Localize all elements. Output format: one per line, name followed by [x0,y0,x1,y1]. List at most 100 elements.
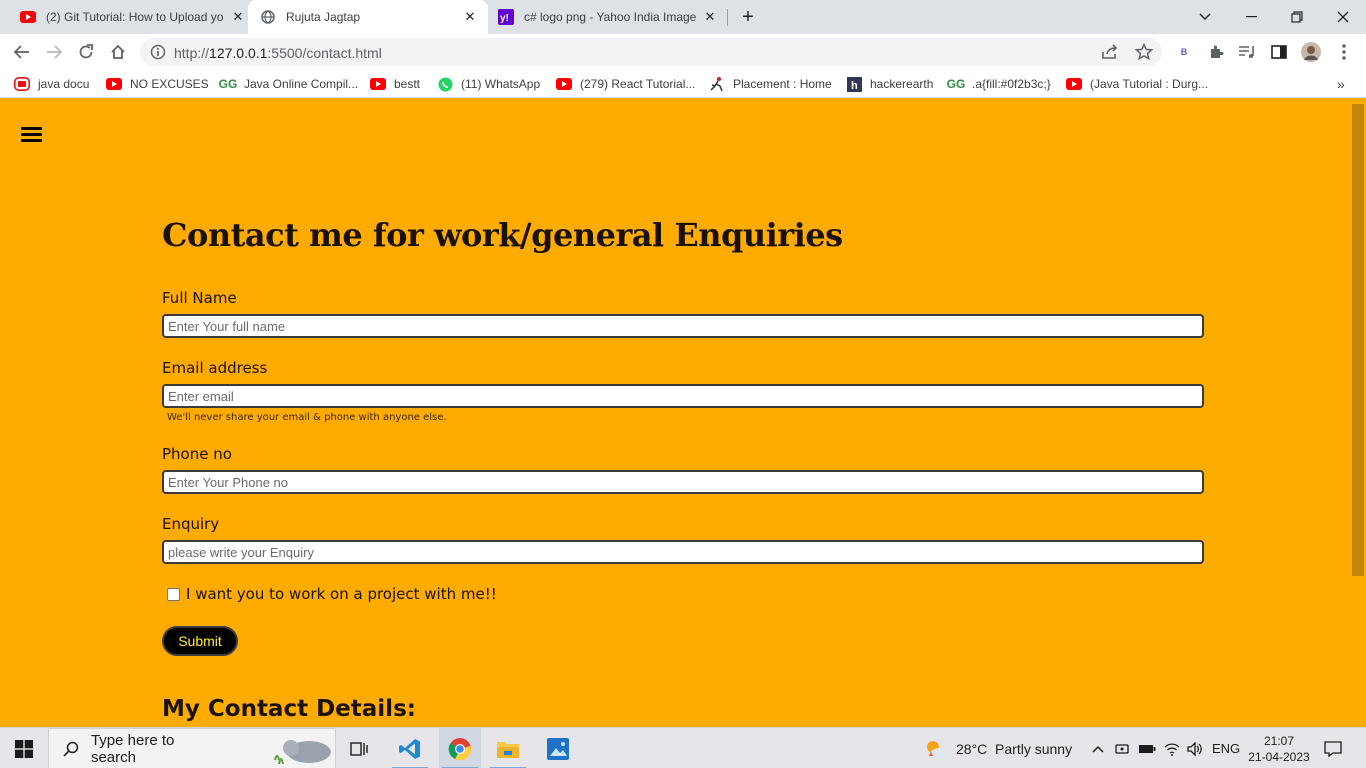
bookmark-java-docu[interactable]: java docu [14,76,89,92]
bookmark-label: java docu [38,77,90,91]
windows-taskbar: Type here to search 28°C Partly sunny EN… [0,727,1366,768]
close-icon [1337,11,1349,23]
home-button[interactable] [104,38,132,66]
youtube-icon [370,76,386,92]
hamburger-menu-icon[interactable] [21,127,42,143]
media-queue-icon[interactable] [1237,42,1257,62]
profile-avatar[interactable] [1301,42,1321,62]
home-icon [111,44,125,59]
contact-details-heading: My Contact Details: [162,696,416,722]
tablet-mode-icon[interactable] [1114,728,1130,768]
tab-rujuta-jagtap[interactable]: Rujuta Jagtap ✕ [248,0,488,34]
bookmarks-overflow-icon[interactable]: » [1337,76,1345,92]
restore-button[interactable] [1274,0,1320,34]
bookmark-fill-style[interactable]: GG .a{fill:#0f2b3c;} [946,76,1051,92]
vscode-icon [399,738,420,759]
file-explorer-taskbar-button[interactable] [490,728,526,768]
reload-button[interactable] [72,38,100,66]
minimize-button[interactable] [1228,0,1274,34]
tab-yahoo-images[interactable]: y! c# logo png - Yahoo India Image ✕ [490,0,726,34]
notifications-icon[interactable] [1322,728,1344,768]
share-icon[interactable] [1100,42,1120,62]
close-window-button[interactable] [1320,0,1366,34]
bookmark-hackerearth[interactable]: h hackerearth [846,76,933,92]
url-prefix: http:// [174,45,210,61]
close-tab-icon[interactable]: ✕ [702,9,718,25]
bookmark-label: hackerearth [870,77,934,91]
task-view-button[interactable] [342,728,378,768]
tab-search-button[interactable] [1182,0,1228,34]
weather-widget[interactable]: 28°C Partly sunny [924,728,1072,768]
enquiry-input[interactable] [162,540,1204,564]
java-docu-icon [14,76,30,92]
chrome-taskbar-button[interactable] [439,728,481,768]
manatee-illustration-icon [274,739,332,764]
yahoo-icon: y! [498,9,514,25]
clock-date: 21-04-2023 [1248,749,1310,764]
close-tab-icon[interactable]: ✕ [462,9,478,25]
chrome-menu-icon[interactable] [1334,42,1354,62]
arrow-right-icon [47,45,62,59]
tab-separator [727,9,728,26]
page-scrollbar-thumb[interactable] [1352,104,1364,576]
bookmark-bestt[interactable]: bestt [370,76,420,92]
email-label: Email address [162,359,268,377]
language-indicator[interactable]: ENG [1212,728,1240,768]
submit-button[interactable]: Submit [162,626,238,656]
volume-icon[interactable] [1186,728,1204,768]
url-path: :5500/contact.html [267,45,382,61]
battery-icon[interactable] [1138,728,1156,768]
photos-icon [547,737,569,760]
email-help-text: We'll never share your email & phone wit… [167,412,447,423]
email-input[interactable] [162,384,1204,408]
tab-strip: (2) Git Tutorial: How to Upload yo ✕ Ruj… [0,0,1366,34]
taskbar-search-box[interactable]: Type here to search [48,728,336,768]
page-content: Contact me for work/general Enquiries Fu… [0,102,1350,727]
vscode-taskbar-button[interactable] [392,728,428,768]
info-icon[interactable] [150,44,166,60]
bookmark-no-excuses[interactable]: NO EXCUSES [106,76,209,92]
placement-icon [709,76,725,92]
weather-text: 28°C Partly sunny [956,740,1073,757]
youtube-icon [556,76,572,92]
bookmark-whatsapp[interactable]: (11) WhatsApp [437,76,540,92]
browser-toolbar: http://127.0.0.1:5500/contact.html B [0,34,1366,70]
close-tab-icon[interactable]: ✕ [230,9,246,25]
extensions-puzzle-icon[interactable] [1206,42,1226,62]
bookmark-label: Placement : Home [733,77,832,91]
bookmark-java-online-compiler[interactable]: GG Java Online Compil... [219,76,359,92]
project-checkbox[interactable] [167,588,180,601]
back-button[interactable] [8,38,36,66]
chevron-down-icon [1199,13,1211,21]
project-checkbox-label[interactable]: I want you to work on a project with me!… [186,585,497,603]
bookmark-label: Java Online Compil... [244,77,359,91]
start-button[interactable] [0,728,48,768]
bookmark-java-tutorial-durga[interactable]: (Java Tutorial : Durg... [1066,76,1208,92]
youtube-icon [20,9,36,25]
bookmark-star-icon[interactable] [1134,42,1154,62]
phone-input[interactable] [162,470,1204,494]
new-tab-button[interactable]: + [738,7,758,27]
photos-taskbar-button[interactable] [540,728,576,768]
side-panel-icon[interactable] [1269,42,1289,62]
wifi-icon[interactable] [1163,728,1181,768]
svg-text:y!: y! [500,13,509,24]
windows-logo-icon [15,739,33,758]
bookmark-label: (279) React Tutorial... [580,77,696,91]
tab-git-tutorial[interactable]: (2) Git Tutorial: How to Upload yo ✕ [10,0,246,34]
youtube-icon [106,76,122,92]
bookmark-label: bestt [394,77,421,91]
full-name-input[interactable] [162,314,1204,338]
clock[interactable]: 21:07 21-04-2023 [1246,728,1312,768]
extension-b-icon[interactable]: B [1174,42,1194,62]
tray-overflow-icon[interactable] [1090,728,1106,768]
forward-button[interactable] [40,38,68,66]
tab-title: Rujuta Jagtap [286,10,361,24]
reload-icon [79,44,93,59]
geeksforgeeks-icon: GG [946,77,966,91]
youtube-icon [1066,76,1082,92]
address-bar[interactable]: http://127.0.0.1:5500/contact.html [140,38,1162,66]
bookmark-placement-home[interactable]: Placement : Home [709,76,832,92]
bookmark-react-tutorial[interactable]: (279) React Tutorial... [556,76,695,92]
url-host: 127.0.0.1 [209,45,268,61]
